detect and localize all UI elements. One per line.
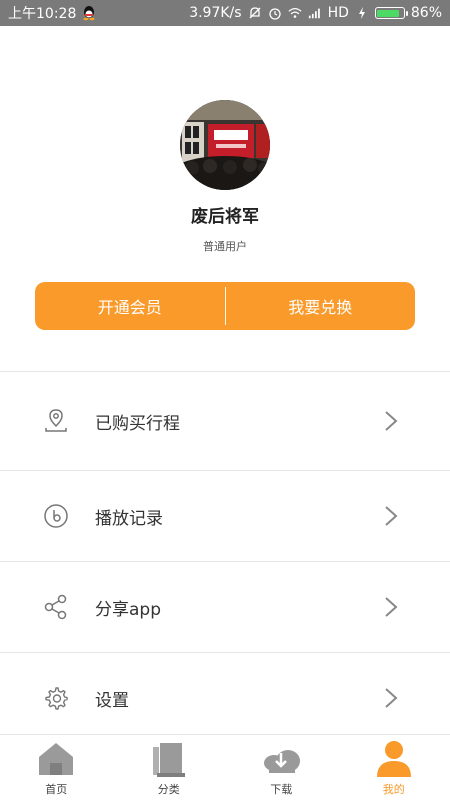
status-bar: 上午10:28 3.97K/s HD 86% xyxy=(0,0,450,26)
nav-item-home[interactable]: 首页 xyxy=(0,735,113,800)
wifi-icon xyxy=(288,8,302,18)
battery-fill xyxy=(377,9,399,17)
avatar-image xyxy=(180,100,270,190)
chevron-right-icon xyxy=(385,506,398,526)
chevron-right-icon xyxy=(385,411,398,431)
charging-icon xyxy=(358,7,365,19)
chevron-right-icon xyxy=(385,688,398,708)
bottom-nav: 首页 分类 下载 我的 xyxy=(0,734,450,800)
nav-item-category[interactable]: 分类 xyxy=(113,735,226,800)
open-vip-button[interactable]: 开通会员 xyxy=(35,282,225,330)
user-type: 普通用户 xyxy=(203,240,247,253)
network-type: HD xyxy=(327,5,349,21)
nav-label: 分类 xyxy=(157,783,180,796)
menu-label: 播放记录 xyxy=(95,508,163,529)
user-icon xyxy=(376,741,411,777)
menu-list: 已购买行程 播放记录 分享app 设置 xyxy=(0,371,450,743)
network-speed: 3.97K/s xyxy=(189,5,242,21)
nav-item-download[interactable]: 下载 xyxy=(225,735,338,800)
category-icon xyxy=(152,743,185,777)
gear-icon xyxy=(45,687,68,710)
battery-percent: 86% xyxy=(410,5,442,21)
download-icon xyxy=(264,750,301,773)
avatar[interactable] xyxy=(180,100,270,190)
alarm-icon xyxy=(268,8,281,20)
menu-label: 设置 xyxy=(95,690,129,711)
menu-item-settings[interactable]: 设置 xyxy=(0,652,450,743)
menu-label: 分享app xyxy=(95,599,161,620)
share-icon xyxy=(44,594,67,620)
status-time: 上午10:28 xyxy=(8,6,77,22)
signal-icon xyxy=(308,8,320,19)
battery-icon xyxy=(374,7,408,19)
play-history-icon xyxy=(44,504,68,528)
vip-divider xyxy=(224,287,226,325)
username: 废后将军 xyxy=(191,207,259,227)
vip-bar: 开通会员 我要兑换 xyxy=(35,282,415,330)
redeem-button[interactable]: 我要兑换 xyxy=(226,282,416,330)
chevron-right-icon xyxy=(385,597,398,617)
nav-label: 下载 xyxy=(270,783,293,796)
menu-item-purchased-trips[interactable]: 已购买行程 xyxy=(0,371,450,470)
nav-label: 我的 xyxy=(382,783,405,796)
mute-bell-icon xyxy=(249,7,261,19)
nav-label: 首页 xyxy=(45,783,68,796)
menu-item-share-app[interactable]: 分享app xyxy=(0,561,450,652)
home-icon xyxy=(39,743,74,775)
menu-item-play-history[interactable]: 播放记录 xyxy=(0,470,450,561)
qq-icon xyxy=(83,6,95,21)
profile-section: 废后将军 普通用户 开通会员 我要兑换 xyxy=(0,26,450,371)
location-pin-icon xyxy=(45,409,67,432)
nav-item-mine[interactable]: 我的 xyxy=(338,735,450,800)
menu-label: 已购买行程 xyxy=(95,413,180,434)
